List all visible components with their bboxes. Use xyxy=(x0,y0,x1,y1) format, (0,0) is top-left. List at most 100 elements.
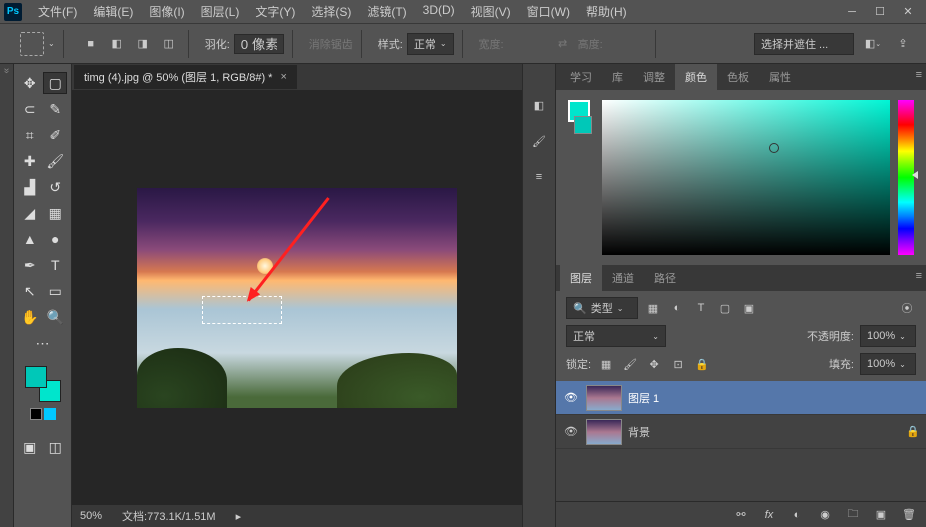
color-field[interactable] xyxy=(602,100,890,255)
visibility-toggle-icon[interactable]: 👁 xyxy=(562,425,580,438)
maximize-button[interactable]: ☐ xyxy=(866,2,894,22)
select-and-mask-button[interactable]: 选择并遮住 ... xyxy=(754,33,854,55)
style-select[interactable]: 正常⌄ xyxy=(407,33,454,55)
tab-adjust[interactable]: 调整 xyxy=(633,64,675,90)
filter-text-icon[interactable]: T xyxy=(692,299,710,317)
eraser-tool[interactable]: ◢ xyxy=(18,202,42,224)
tab-layers[interactable]: 图层 xyxy=(560,265,602,291)
tab-channels[interactable]: 通道 xyxy=(602,265,644,291)
default-colors-icon[interactable] xyxy=(30,408,42,420)
color-cursor[interactable] xyxy=(769,143,779,153)
chevron-down-icon[interactable]: ⌄ xyxy=(48,39,55,48)
tool-preset[interactable] xyxy=(20,32,44,56)
selection-add-icon[interactable]: ◧ xyxy=(106,33,128,55)
filter-adjust-icon[interactable]: ◐ xyxy=(668,299,686,317)
layer-group-icon[interactable]: 🗀 xyxy=(844,506,862,524)
feather-input[interactable] xyxy=(234,34,284,54)
selection-subtract-icon[interactable]: ◨ xyxy=(132,33,154,55)
selection-new-icon[interactable]: ■ xyxy=(80,33,102,55)
panel-toggle-icon[interactable]: ◧⌄ xyxy=(862,33,884,55)
menu-edit[interactable]: 编辑(E) xyxy=(85,0,141,24)
screen-mode-full[interactable]: ◫ xyxy=(44,436,68,458)
minimize-button[interactable]: ─ xyxy=(838,2,866,22)
filter-shape-icon[interactable]: ▢ xyxy=(716,299,734,317)
visibility-toggle-icon[interactable]: 👁 xyxy=(562,391,580,404)
hue-slider[interactable] xyxy=(898,100,914,255)
zoom-tool[interactable]: 🔍 xyxy=(44,306,68,328)
status-chevron-icon[interactable]: ▸ xyxy=(236,510,242,523)
link-layers-icon[interactable]: ⚯ xyxy=(732,506,750,524)
lock-artboard-icon[interactable]: ⊡ xyxy=(669,355,687,373)
dodge-tool[interactable]: ● xyxy=(44,228,68,250)
layer-thumbnail[interactable] xyxy=(586,385,622,411)
lock-position-icon[interactable]: ✥ xyxy=(645,355,663,373)
quick-select-tool[interactable]: ✎ xyxy=(44,98,68,120)
hue-cursor[interactable] xyxy=(912,171,918,179)
screen-mode-standard[interactable]: ▣ xyxy=(18,436,42,458)
filter-smart-icon[interactable]: ▣ xyxy=(740,299,758,317)
delete-layer-icon[interactable]: 🗑 xyxy=(900,506,918,524)
canvas-viewport[interactable] xyxy=(72,90,522,505)
lasso-tool[interactable]: ⊂ xyxy=(18,98,42,120)
panel-menu-icon[interactable]: ≡ xyxy=(916,69,922,81)
layer-item[interactable]: 👁 背景 🔒 xyxy=(556,415,926,449)
close-tab-icon[interactable]: × xyxy=(280,71,286,83)
close-button[interactable]: ✕ xyxy=(894,2,922,22)
menu-3d[interactable]: 3D(D) xyxy=(415,0,463,24)
layer-name[interactable]: 图层 1 xyxy=(628,390,659,406)
menu-layer[interactable]: 图层(L) xyxy=(193,0,248,24)
image-canvas[interactable] xyxy=(137,188,457,408)
tab-learn[interactable]: 学习 xyxy=(560,64,602,90)
marquee-selection[interactable] xyxy=(202,296,282,324)
tab-swatches[interactable]: 色板 xyxy=(717,64,759,90)
fill-input[interactable]: 100%⌄ xyxy=(860,353,916,375)
marquee-tool[interactable]: ▢ xyxy=(43,72,67,94)
layer-item[interactable]: 👁 图层 1 xyxy=(556,381,926,415)
blur-tool[interactable]: ▲ xyxy=(18,228,42,250)
panel-menu-icon[interactable]: ≡ xyxy=(916,270,922,282)
blend-mode-select[interactable]: 正常⌄ xyxy=(566,325,666,347)
zoom-level[interactable]: 50% xyxy=(80,510,102,522)
hand-tool[interactable]: ✋ xyxy=(18,306,42,328)
layer-mask-icon[interactable]: ◐ xyxy=(788,506,806,524)
collapsed-panel-icon-2[interactable]: 🖌 xyxy=(528,130,550,152)
new-layer-icon[interactable]: ▣ xyxy=(872,506,890,524)
menu-select[interactable]: 选择(S) xyxy=(303,0,359,24)
menu-window[interactable]: 窗口(W) xyxy=(519,0,578,24)
stamp-tool[interactable]: ▟ xyxy=(18,176,42,198)
tab-color[interactable]: 颜色 xyxy=(675,64,717,90)
lock-transparency-icon[interactable]: ▦ xyxy=(597,355,615,373)
collapsed-panel-icon-3[interactable]: ≡ xyxy=(528,166,550,188)
share-icon[interactable]: ⇪ xyxy=(892,33,914,55)
filter-toggle-icon[interactable]: ⦿ xyxy=(898,299,916,317)
tab-paths[interactable]: 路径 xyxy=(644,265,686,291)
tab-library[interactable]: 库 xyxy=(602,64,633,90)
lock-pixels-icon[interactable]: 🖌 xyxy=(621,355,639,373)
collapsed-panel-icon-1[interactable]: ◧ xyxy=(528,94,550,116)
layer-fx-icon[interactable]: fx xyxy=(760,506,778,524)
brush-tool[interactable]: 🖌 xyxy=(44,150,68,172)
menu-image[interactable]: 图像(I) xyxy=(141,0,192,24)
history-brush-tool[interactable]: ↺ xyxy=(44,176,68,198)
background-swatch[interactable] xyxy=(574,116,592,134)
menu-type[interactable]: 文字(Y) xyxy=(247,0,303,24)
menu-filter[interactable]: 滤镜(T) xyxy=(359,0,414,24)
gradient-tool[interactable]: ▦ xyxy=(44,202,68,224)
color-panel-swatches[interactable] xyxy=(568,100,594,255)
lock-all-icon[interactable]: 🔒 xyxy=(693,355,711,373)
opacity-input[interactable]: 100%⌄ xyxy=(860,325,916,347)
crop-tool[interactable]: ⌗ xyxy=(18,124,42,146)
healing-tool[interactable]: ✚ xyxy=(18,150,42,172)
adjustment-layer-icon[interactable]: ◉ xyxy=(816,506,834,524)
tools-collapse-strip[interactable]: » xyxy=(0,64,14,527)
tab-properties[interactable]: 属性 xyxy=(759,64,801,90)
pen-tool[interactable]: ✒ xyxy=(18,254,42,276)
layer-name[interactable]: 背景 xyxy=(628,424,650,440)
document-tab[interactable]: timg (4).jpg @ 50% (图层 1, RGB/8#) * × xyxy=(74,65,297,89)
swap-colors-icon[interactable] xyxy=(44,408,56,420)
text-tool[interactable]: T xyxy=(44,254,68,276)
edit-toolbar[interactable]: ⋯ xyxy=(31,332,55,354)
filter-image-icon[interactable]: ▦ xyxy=(644,299,662,317)
layer-thumbnail[interactable] xyxy=(586,419,622,445)
color-swatches[interactable] xyxy=(25,366,61,402)
